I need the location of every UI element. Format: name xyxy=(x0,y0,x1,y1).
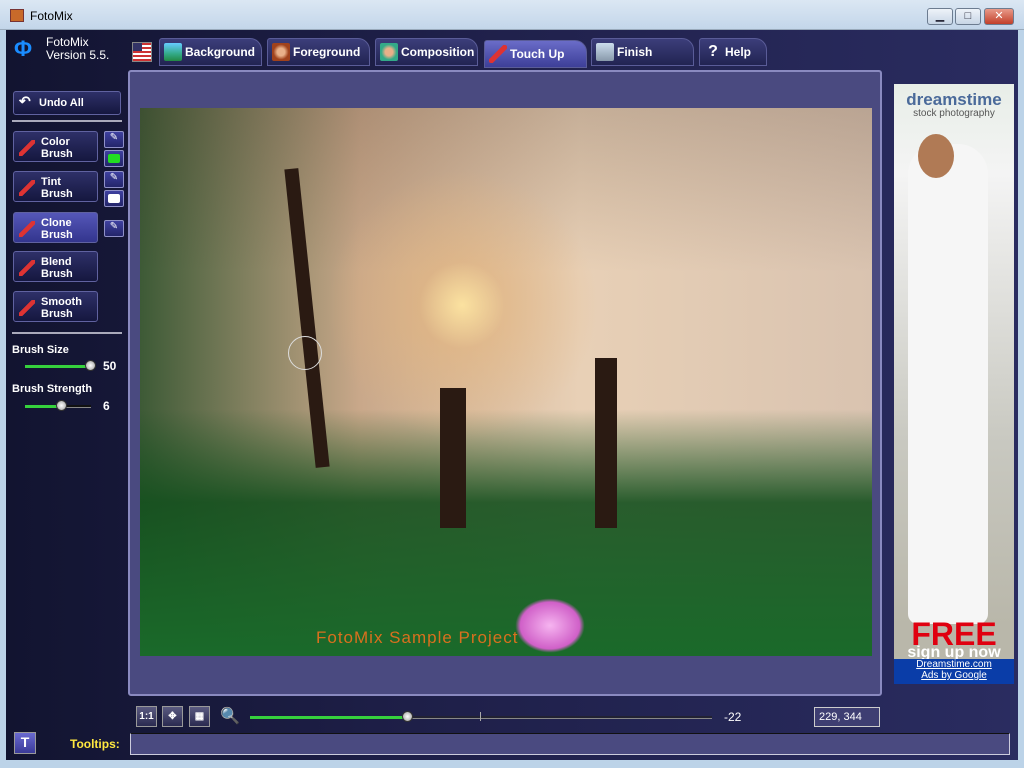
tooltips-toggle-icon[interactable]: T xyxy=(14,732,36,754)
grid-icon[interactable]: ▦ xyxy=(189,706,210,727)
brush-label-line2: Brush xyxy=(41,268,73,280)
title-bar: FotoMix ▁ □ ✕ xyxy=(0,0,1024,30)
brush-label-line1: Color xyxy=(41,136,70,148)
brush-size-slider[interactable] xyxy=(25,360,96,371)
undo-all-button[interactable]: ↶ Undo All xyxy=(13,91,121,115)
tint-brush-button[interactable]: Tint Brush xyxy=(13,171,98,202)
tab-finish[interactable]: Finish xyxy=(591,38,694,66)
actual-size-button[interactable]: 1:1 xyxy=(136,706,157,727)
clone-brush-icon xyxy=(19,221,35,237)
brush-strength-value: 6 xyxy=(103,399,110,413)
question-icon: ? xyxy=(708,43,718,60)
ads-by-google-link[interactable]: Ads by Google xyxy=(894,670,1014,681)
app-body: Φ FotoMix Version 5.5. Background Foregro… xyxy=(6,30,1018,760)
ad-footer: Dreamstime.com Ads by Google xyxy=(894,659,1014,684)
canvas-area: FotoMix Sample Project xyxy=(128,70,882,696)
tab-label: Touch Up xyxy=(510,47,565,61)
ad-link[interactable]: Dreamstime.com xyxy=(894,659,1014,670)
brush-size-value: 50 xyxy=(103,359,117,373)
brush-label: Smooth Brush xyxy=(41,296,82,320)
brush-strength-label: Brush Strength xyxy=(12,383,93,395)
zoom-slider[interactable] xyxy=(250,711,712,722)
tint-brush-icon xyxy=(19,180,35,196)
window-title: FotoMix xyxy=(30,9,73,23)
tab-help[interactable]: ? Help xyxy=(699,38,767,66)
app-name: FotoMix Version 5.5. xyxy=(46,36,109,62)
brush-label-line1: Clone xyxy=(41,217,72,229)
tab-label: Foreground xyxy=(293,45,361,59)
ad-tagline: stock photography xyxy=(913,108,995,119)
advertisement[interactable]: dreamstime stock photography FREE sign u… xyxy=(894,84,1014,684)
clone-brush-button[interactable]: Clone Brush xyxy=(13,212,98,243)
slider-center-tick xyxy=(480,712,481,721)
language-flag-icon[interactable] xyxy=(132,42,152,62)
fit-to-window-icon[interactable]: ✥ xyxy=(162,706,183,727)
brush-label-line1: Tint xyxy=(41,176,61,188)
brush-label: Tint Brush xyxy=(41,176,73,200)
tab-label: Background xyxy=(185,45,256,59)
app-version: Version 5.5. xyxy=(46,48,110,62)
tooltips-label: Tooltips: xyxy=(70,737,120,751)
watermark-text: FotoMix Sample Project xyxy=(316,628,519,647)
zoom-magnifier-icon: 🔍 xyxy=(220,708,240,725)
clone-source-eyedropper-icon[interactable]: ✎ xyxy=(104,220,124,237)
tab-label: Composition xyxy=(401,45,475,59)
brush-label-line2: Brush xyxy=(41,188,73,200)
slider-fill xyxy=(25,365,90,368)
brush-cursor xyxy=(288,336,322,370)
brush-label-line1: Blend xyxy=(41,256,72,268)
smooth-brush-button[interactable]: Smooth Brush xyxy=(13,291,98,322)
tab-background[interactable]: Background xyxy=(159,38,262,66)
blend-brush-button[interactable]: Blend Brush xyxy=(13,251,98,282)
tooltips-box xyxy=(130,733,1010,755)
composition-icon xyxy=(380,43,398,61)
tint-swatch[interactable] xyxy=(104,190,124,207)
ad-image xyxy=(908,144,988,624)
blend-brush-icon xyxy=(19,260,35,276)
cursor-coordinates: 229, 344 xyxy=(814,707,880,727)
slider-handle[interactable] xyxy=(402,711,414,722)
divider xyxy=(12,120,122,122)
undo-icon: ↶ xyxy=(19,93,31,109)
tab-foreground[interactable]: Foreground xyxy=(267,38,370,66)
landscape-icon xyxy=(164,43,182,61)
brush-label-line2: Brush xyxy=(41,148,73,160)
zoom-value: -22 xyxy=(724,710,742,724)
undo-all-label: Undo All xyxy=(39,97,84,109)
brush-icon xyxy=(489,45,507,63)
brush-size-label: Brush Size xyxy=(12,344,69,356)
app-icon xyxy=(10,9,24,22)
slider-fill xyxy=(250,716,408,719)
brush-label: Clone Brush xyxy=(41,217,73,241)
photo-canvas[interactable]: FotoMix Sample Project xyxy=(140,108,872,656)
brush-label: Blend Brush xyxy=(41,256,73,280)
divider xyxy=(12,332,122,334)
tab-label: Help xyxy=(725,45,752,59)
color-picker-eyedropper-icon[interactable]: ✎ xyxy=(104,131,124,148)
tab-label: Finish xyxy=(617,45,653,59)
minimize-button[interactable]: ▁ xyxy=(927,8,953,25)
brush-strength-slider[interactable] xyxy=(25,400,91,411)
color-brush-icon xyxy=(19,140,35,156)
close-button[interactable]: ✕ xyxy=(984,8,1014,25)
brush-label: Color Brush xyxy=(41,136,73,160)
ad-image-face xyxy=(918,134,954,178)
portrait-icon xyxy=(272,43,290,61)
finish-icon xyxy=(596,43,614,61)
tab-composition[interactable]: Composition xyxy=(375,38,478,66)
brush-label-line1: Smooth xyxy=(41,296,82,308)
fotomix-logo-icon: Φ xyxy=(14,36,33,61)
color-swatch[interactable] xyxy=(104,150,124,167)
color-brush-button[interactable]: Color Brush xyxy=(13,131,98,162)
brush-label-line2: Brush xyxy=(41,229,73,241)
slider-handle[interactable] xyxy=(56,400,67,411)
slider-handle[interactable] xyxy=(85,360,96,371)
tab-touch-up[interactable]: Touch Up xyxy=(484,40,587,68)
maximize-button[interactable]: □ xyxy=(955,8,981,25)
tint-eyedropper-icon[interactable]: ✎ xyxy=(104,171,124,188)
ad-brand: dreamstime xyxy=(906,90,1002,109)
brush-label-line2: Brush xyxy=(41,308,73,320)
smooth-brush-icon xyxy=(19,300,35,316)
